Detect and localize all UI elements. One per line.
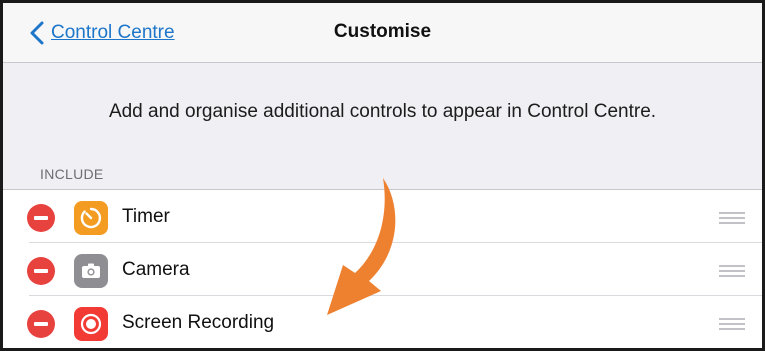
navigation-bar: Control Centre Customise [3,3,762,63]
section-header-include: INCLUDE [40,166,104,182]
curved-arrow-annotation-icon [327,178,396,315]
description-text: Add and organise additional controls to … [108,101,657,122]
list-item-label: Timer [122,206,170,227]
reorder-handle-icon[interactable] [719,212,745,224]
screen-recording-icon [74,307,108,341]
page-title: Customise [333,21,432,42]
remove-timer-button[interactable] [27,204,55,232]
camera-icon [74,254,108,288]
remove-screen-recording-button[interactable] [27,310,55,338]
settings-screen: Control Centre Customise Add and organis… [0,0,765,351]
reorder-handle-icon[interactable] [719,318,745,330]
list-item-label: Camera [122,259,190,280]
list-item-label: Screen Recording [122,312,275,333]
timer-icon [74,201,108,235]
reorder-handle-icon[interactable] [719,265,745,277]
remove-camera-button[interactable] [27,257,55,285]
